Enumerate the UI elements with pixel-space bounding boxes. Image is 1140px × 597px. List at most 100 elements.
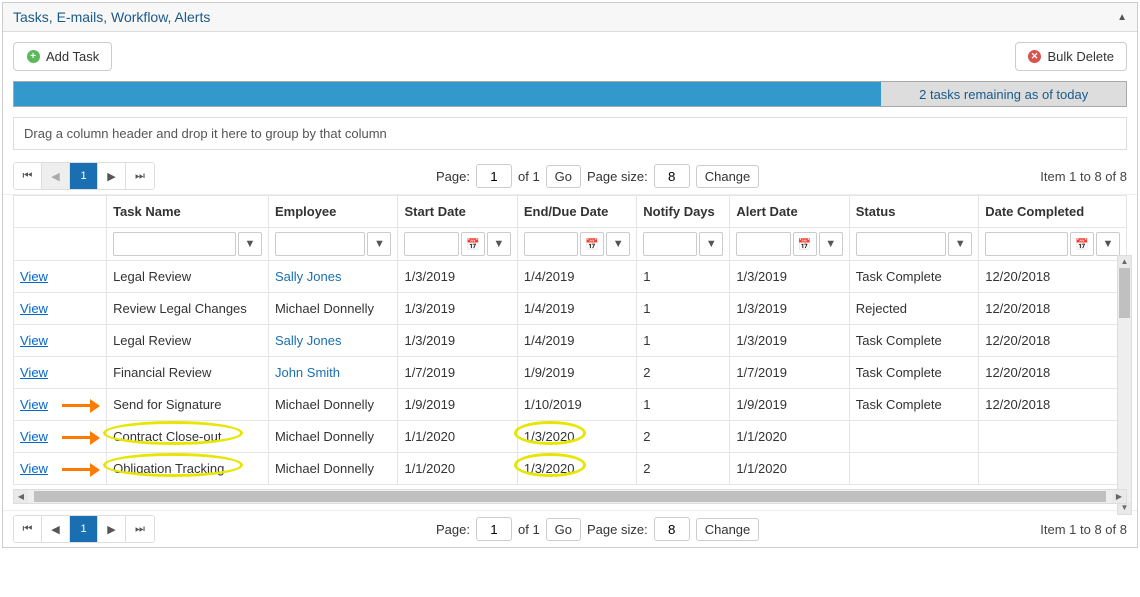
employee-link[interactable]: Sally Jones [275,269,341,284]
col-employee[interactable]: Employee [268,196,398,228]
view-link[interactable]: View [20,301,48,316]
pager-controls: Page: of 1 Go Page size: Change [436,164,759,188]
change-button[interactable]: Change [696,165,760,188]
page-of-label: of 1 [518,522,540,537]
filter-task-name[interactable] [113,232,236,256]
filter-icon[interactable]: ▼ [238,232,262,256]
cell-task-name: Financial Review [107,357,269,389]
calendar-icon[interactable]: 📅 [793,232,817,256]
col-notify-days[interactable]: Notify Days [637,196,730,228]
cell-notify-days: 1 [637,389,730,421]
collapse-icon[interactable]: ▲ [1117,12,1127,23]
filter-icon[interactable]: ▼ [367,232,391,256]
pager-controls: Page: of 1 Go Page size: Change [436,517,759,541]
col-view[interactable] [14,196,107,228]
item-range: Item 1 to 8 of 8 [1040,169,1127,184]
status-progress [14,82,881,106]
cell-date-completed: 12/20/2018 [979,357,1127,389]
filter-start-date[interactable] [404,232,458,256]
filter-icon[interactable]: ▼ [487,232,511,256]
pager-page-button[interactable]: 1 [70,516,98,542]
add-task-button[interactable]: + Add Task [13,42,112,71]
status-bar: 2 tasks remaining as of today [13,81,1127,107]
go-button[interactable]: Go [546,165,581,188]
view-link[interactable]: View [20,397,48,412]
view-link[interactable]: View [20,333,48,348]
bulk-delete-button[interactable]: ✕ Bulk Delete [1015,42,1127,71]
page-size-input[interactable] [654,517,690,541]
cell-employee: Michael Donnelly [268,293,398,325]
cell-notify-days: 2 [637,357,730,389]
cell-date-completed [979,421,1127,453]
tasks-grid: Task Name Employee Start Date End/Due Da… [13,195,1127,485]
cell-end-date: 1/4/2019 [517,293,636,325]
cell-employee: Michael Donnelly [268,453,398,485]
change-button[interactable]: Change [696,518,760,541]
filter-completed[interactable] [985,232,1068,256]
scroll-thumb[interactable] [34,491,1106,502]
employee-link[interactable]: Sally Jones [275,333,341,348]
cell-task-name: Obligation Tracking [107,453,269,485]
arrow-annotation-icon [62,463,102,477]
pager-first-button[interactable]: ⏮ [14,516,42,542]
pager-last-button[interactable]: ⏭ [126,516,154,542]
col-end-date[interactable]: End/Due Date [517,196,636,228]
filter-icon[interactable]: ▼ [699,232,723,256]
pager-prev-button[interactable]: ◀ [42,516,70,542]
scroll-right-icon[interactable]: ▶ [1112,490,1126,503]
col-alert-date[interactable]: Alert Date [730,196,849,228]
page-input[interactable] [476,164,512,188]
cell-task-name: Legal Review [107,261,269,293]
cell-start-date: 1/9/2019 [398,389,517,421]
pager-first-button[interactable]: ⏮ [14,163,42,189]
filter-icon[interactable]: ▼ [606,232,630,256]
cell-start-date: 1/1/2020 [398,453,517,485]
col-status[interactable]: Status [849,196,979,228]
calendar-icon[interactable]: 📅 [461,232,485,256]
calendar-icon[interactable]: 📅 [1070,232,1094,256]
view-link[interactable]: View [20,269,48,284]
pager-bottom: ⏮ ◀ 1 ▶ ⏭ Page: of 1 Go Page size: Chang… [3,510,1137,547]
calendar-icon[interactable]: 📅 [580,232,604,256]
pager-prev-button[interactable]: ◀ [42,163,70,189]
group-drop-zone[interactable]: Drag a column header and drop it here to… [13,117,1127,150]
filter-end-date[interactable] [524,232,578,256]
filter-notify[interactable] [643,232,697,256]
employee-link[interactable]: John Smith [275,365,340,380]
filter-icon[interactable]: ▼ [819,232,843,256]
cell-employee: John Smith [268,357,398,389]
arrow-annotation-icon [62,399,102,413]
scroll-left-icon[interactable]: ◀ [14,490,28,503]
view-link[interactable]: View [20,365,48,380]
cell-employee: Michael Donnelly [268,421,398,453]
page-input[interactable] [476,517,512,541]
arrow-annotation-icon [62,431,102,445]
col-date-completed[interactable]: Date Completed [979,196,1127,228]
table-row: View Obligation TrackingMichael Donnelly1… [14,453,1127,485]
pager-last-button[interactable]: ⏭ [126,163,154,189]
cell-start-date: 1/7/2019 [398,357,517,389]
scroll-thumb[interactable] [1119,268,1130,318]
panel-title: Tasks, E-mails, Workflow, Alerts [13,9,210,25]
filter-status[interactable] [856,232,947,256]
pager-page-button[interactable]: 1 [70,163,98,189]
pager-next-button[interactable]: ▶ [98,516,126,542]
filter-icon[interactable]: ▼ [1096,232,1120,256]
view-link[interactable]: View [20,461,48,476]
col-start-date[interactable]: Start Date [398,196,517,228]
col-task-name[interactable]: Task Name [107,196,269,228]
go-button[interactable]: Go [546,518,581,541]
page-label: Page: [436,169,470,184]
page-size-input[interactable] [654,164,690,188]
scroll-up-icon[interactable]: ▲ [1118,256,1131,268]
panel-header: Tasks, E-mails, Workflow, Alerts ▲ [3,3,1137,32]
horizontal-scrollbar[interactable]: ◀ ▶ [13,489,1127,504]
filter-icon[interactable]: ▼ [948,232,972,256]
vertical-scrollbar[interactable]: ▲ ▼ [1117,255,1132,515]
cell-start-date: 1/3/2019 [398,261,517,293]
filter-employee[interactable] [275,232,366,256]
tasks-panel: Tasks, E-mails, Workflow, Alerts ▲ + Add… [2,2,1138,548]
pager-next-button[interactable]: ▶ [98,163,126,189]
filter-alert-date[interactable] [736,232,790,256]
view-link[interactable]: View [20,429,48,444]
